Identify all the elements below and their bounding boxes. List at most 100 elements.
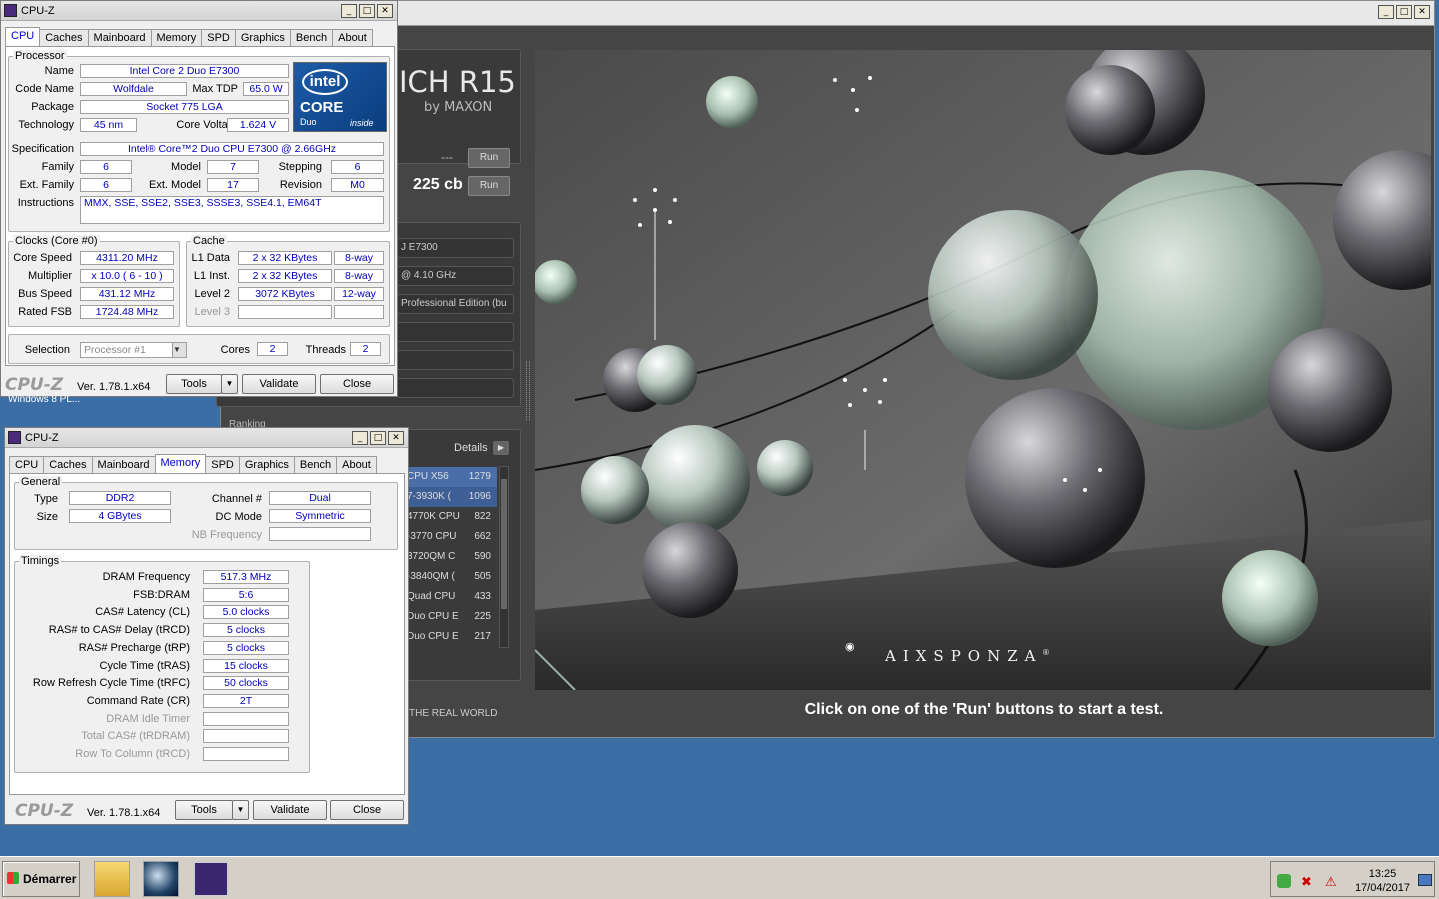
render-scene bbox=[535, 50, 1431, 690]
timing-label: DRAM Frequency bbox=[102, 571, 190, 583]
family-label: Family bbox=[41, 161, 74, 173]
ranking-name: 3720QM C bbox=[407, 551, 456, 562]
name-label: Name bbox=[44, 65, 74, 77]
ext-family-value: 6 bbox=[80, 178, 132, 192]
validate-button[interactable]: Validate bbox=[253, 800, 327, 820]
cpuz-titlebar[interactable]: CPU-Z _ □ ✕ bbox=[5, 428, 408, 448]
stepping-label: Stepping bbox=[278, 161, 322, 173]
model-value: 7 bbox=[207, 160, 259, 174]
tab-graphics[interactable]: Graphics bbox=[238, 456, 295, 474]
scrollbar-thumb[interactable] bbox=[501, 479, 507, 609]
splitter-handle[interactable] bbox=[526, 361, 530, 421]
tab-mainboard[interactable]: Mainboard bbox=[91, 456, 156, 474]
ranking-name: CPU X56 bbox=[407, 471, 449, 482]
ranking-score: 1096 bbox=[468, 491, 491, 502]
tab-spd[interactable]: SPD bbox=[201, 29, 236, 47]
version-text: Ver. 1.78.1.x64 bbox=[77, 381, 151, 393]
tray-clock[interactable]: 13:25 17/04/2017 bbox=[1355, 867, 1410, 895]
timing-value bbox=[203, 747, 289, 761]
run-cpu-button[interactable]: Run bbox=[468, 176, 510, 196]
dc-mode-value: Symmetric bbox=[269, 509, 371, 523]
ranking-row[interactable]: Quad CPU 433 bbox=[405, 587, 497, 607]
channel-value: Dual bbox=[269, 491, 371, 505]
close-button[interactable]: Close bbox=[330, 800, 404, 820]
show-desktop-icon[interactable] bbox=[1418, 874, 1432, 886]
security-alert-icon[interactable]: ⚠ bbox=[1325, 874, 1337, 890]
processor-select[interactable]: Processor #1 ▼ bbox=[80, 342, 187, 358]
tab-memory[interactable]: Memory bbox=[150, 29, 203, 47]
tools-button[interactable]: Tools bbox=[166, 374, 222, 394]
network-icon[interactable] bbox=[1277, 874, 1291, 888]
ranking-row[interactable]: Duo CPU E 217 bbox=[405, 627, 497, 647]
details-arrow-icon[interactable]: ▶ bbox=[493, 441, 509, 455]
cpuz-titlebar[interactable]: CPU-Z _ □ ✕ bbox=[1, 1, 397, 21]
ranking-scrollbar[interactable] bbox=[499, 466, 509, 648]
tab-mainboard[interactable]: Mainboard bbox=[87, 29, 152, 47]
folder-icon[interactable] bbox=[94, 861, 130, 897]
volume-muted-icon[interactable]: ✖ bbox=[1301, 874, 1312, 890]
minimize-icon[interactable]: _ bbox=[341, 4, 357, 18]
validate-button[interactable]: Validate bbox=[242, 374, 316, 394]
tab-caches[interactable]: Caches bbox=[43, 456, 93, 474]
timing-value bbox=[203, 729, 289, 744]
level2-label: Level 2 bbox=[194, 288, 230, 300]
details-label[interactable]: Details bbox=[454, 442, 488, 454]
minimize-icon[interactable]: _ bbox=[352, 431, 368, 445]
timing-value: 2T bbox=[203, 693, 289, 708]
cpuz-cpu-window: CPU-Z _ □ ✕ CPU Caches Mainboard Memory … bbox=[0, 0, 398, 397]
threads-value: 2 bbox=[350, 342, 381, 356]
ranking-row[interactable]: 4770K CPU 822 bbox=[405, 507, 497, 527]
version-text: Ver. 1.78.1.x64 bbox=[87, 807, 161, 819]
maximize-icon[interactable]: □ bbox=[1396, 5, 1412, 19]
ranking-row[interactable]: -3840QM (505 bbox=[405, 567, 497, 587]
ext-model-label: Ext. Model bbox=[149, 179, 201, 191]
timing-value bbox=[203, 711, 289, 726]
timing-value: 5 clocks bbox=[203, 623, 289, 638]
close-icon[interactable]: ✕ bbox=[377, 4, 393, 18]
tab-bench[interactable]: Bench bbox=[289, 29, 334, 47]
ranking-score: 433 bbox=[474, 591, 491, 602]
ranking-row[interactable]: Duo CPU E 225 bbox=[405, 607, 497, 627]
name-value: Intel Core 2 Duo E7300 bbox=[80, 64, 289, 78]
tab-about[interactable]: About bbox=[336, 456, 377, 474]
cinebench-by-maxon: by MAXON bbox=[424, 100, 493, 115]
ranking-row[interactable]: 7-3930K ( 1096 bbox=[405, 487, 497, 507]
minimize-icon[interactable]: _ bbox=[1378, 5, 1394, 19]
tab-spd[interactable]: SPD bbox=[205, 456, 240, 474]
cpuz-icon[interactable] bbox=[193, 861, 229, 897]
tab-about[interactable]: About bbox=[332, 29, 373, 47]
ranking-name: 7-3930K ( bbox=[407, 491, 451, 502]
stepping-value: 6 bbox=[331, 160, 384, 174]
ranking-row[interactable]: -3770 CPU 662 bbox=[405, 527, 497, 547]
core-speed-value: 4311.20 MHz bbox=[80, 251, 174, 265]
specification-label: Specification bbox=[11, 143, 74, 155]
tools-button[interactable]: Tools bbox=[175, 800, 233, 820]
tab-caches[interactable]: Caches bbox=[39, 29, 89, 47]
timing-value: 15 clocks bbox=[203, 658, 289, 673]
cinebench-titlebar[interactable]: _ □ ✕ bbox=[221, 1, 1434, 26]
tab-graphics[interactable]: Graphics bbox=[234, 29, 291, 47]
maximize-icon[interactable]: □ bbox=[359, 4, 375, 18]
maximize-icon[interactable]: □ bbox=[370, 431, 386, 445]
type-value: DDR2 bbox=[69, 491, 171, 505]
ranking-name: Quad CPU bbox=[407, 591, 456, 602]
ranking-row[interactable]: 3720QM C 590 bbox=[405, 547, 497, 567]
tools-dropdown-icon[interactable]: ▼ bbox=[221, 374, 238, 394]
level3-value bbox=[238, 305, 332, 319]
tools-dropdown-icon[interactable]: ▼ bbox=[232, 800, 249, 820]
close-button[interactable]: Close bbox=[320, 374, 394, 394]
ranking-name: 4770K CPU bbox=[407, 511, 460, 522]
start-button[interactable]: Démarrer bbox=[2, 861, 80, 897]
close-icon[interactable]: ✕ bbox=[388, 431, 404, 445]
run-opengl-button[interactable]: Run bbox=[468, 148, 510, 168]
ranking-row[interactable]: CPU X56 1279 bbox=[405, 467, 497, 487]
cpuz-memory-window: CPU-Z _ □ ✕ CPU Caches Mainboard Memory … bbox=[4, 427, 409, 825]
tab-memory[interactable]: Memory bbox=[154, 454, 207, 474]
tab-bench[interactable]: Bench bbox=[293, 456, 338, 474]
tab-cpu[interactable]: CPU bbox=[9, 456, 45, 474]
close-icon[interactable]: ✕ bbox=[1414, 5, 1430, 19]
tab-cpu[interactable]: CPU bbox=[5, 27, 41, 47]
l1-data-value: 2 x 32 KBytes bbox=[238, 251, 332, 265]
chevron-down-icon[interactable]: ▼ bbox=[172, 343, 186, 357]
cinebench-icon[interactable] bbox=[143, 861, 179, 897]
